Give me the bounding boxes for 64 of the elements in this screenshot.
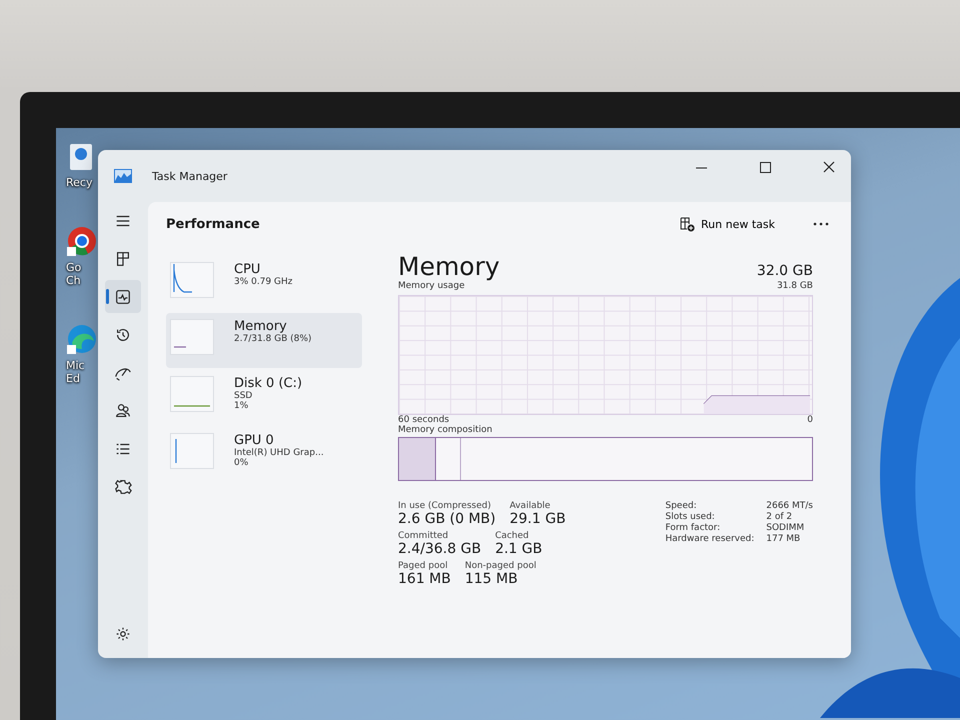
- graph-min-label: 0: [807, 415, 813, 425]
- resource-name: GPU 0: [234, 433, 275, 448]
- spec-label: Speed:: [665, 501, 698, 511]
- browser-shortcut-icon[interactable]: [66, 225, 96, 257]
- stat-label: Paged pool: [398, 561, 449, 571]
- desktop-icon-label: Mic Ed: [66, 359, 86, 385]
- stat-value: 161 MB: [398, 571, 451, 587]
- stat-value: 2.1 GB: [495, 541, 542, 557]
- resource-name: Memory: [234, 319, 288, 334]
- grid-icon: [114, 250, 132, 268]
- spec-label: Form factor:: [665, 523, 722, 533]
- resource-detail: 1%: [234, 401, 250, 411]
- resource-detail: SSD: [234, 391, 254, 401]
- sparkline-thumbnail: [170, 262, 214, 298]
- resource-name: CPU: [234, 262, 262, 277]
- close-icon: [823, 161, 835, 173]
- settings-icon: [114, 624, 132, 642]
- resource-detail: Intel(R) UHD Grap...: [234, 448, 324, 458]
- stat-label: Cached: [495, 531, 530, 541]
- spec-value: 2 of 2: [766, 512, 794, 522]
- sparkline-thumbnail: [170, 433, 214, 469]
- resource-item[interactable]: Memory 2.7/31.8 GB (8%): [166, 313, 362, 368]
- stat-label: Non-paged pool: [464, 561, 536, 571]
- composition-label: Memory composition: [398, 425, 494, 435]
- graph-max-label: 31.8 GB: [776, 281, 813, 291]
- stat-value: 2.6 GB (0 MB): [398, 511, 496, 527]
- window-plus-icon: [680, 216, 696, 232]
- window-title: Task Manager: [152, 170, 228, 182]
- stat-value: 2.4/36.8 GB: [398, 541, 482, 557]
- stat-label: In use (Compressed): [398, 501, 492, 511]
- pulse-chart-icon: [114, 288, 132, 306]
- page-title: Performance: [166, 216, 260, 232]
- nav-button[interactable]: [105, 280, 141, 313]
- app-chart-icon: [114, 169, 132, 183]
- spec-value: 177 MB: [766, 534, 802, 544]
- resource-item[interactable]: GPU 0 Intel(R) UHD Grap... 0%: [166, 427, 362, 482]
- puzzle-gear-icon: [114, 478, 132, 496]
- more-icon: [813, 222, 829, 226]
- stat-label: Committed: [398, 531, 450, 541]
- capacity-label: 32.0 GB: [756, 263, 813, 279]
- sparkline-thumbnail: [170, 319, 214, 355]
- spec-label: Slots used:: [665, 512, 716, 522]
- desktop-icon-label: Go Ch: [66, 261, 82, 287]
- resource-detail: 3% 0.79 GHz: [234, 277, 293, 287]
- maximize-icon: [760, 162, 770, 172]
- graph-label: Memory usage: [398, 281, 465, 291]
- spec-value: 2666 MT/s: [766, 501, 813, 511]
- stat-value: 115 MB: [464, 571, 519, 587]
- browser-shortcut-icon[interactable]: [66, 323, 96, 355]
- time-span-label: 60 seconds: [398, 415, 450, 425]
- resource-name: Disk 0 (C:): [234, 376, 302, 391]
- desktop-icon-label: Recy: [66, 176, 94, 189]
- users-icon: [114, 402, 132, 420]
- sparkline-thumbnail: [170, 376, 214, 412]
- run-new-task-button[interactable]: Run new task: [672, 212, 783, 236]
- resource-item[interactable]: Disk 0 (C:) SSD 1%: [166, 370, 362, 425]
- resource-detail: 2.7/31.8 GB (8%): [234, 334, 312, 344]
- resource-item[interactable]: CPU 3% 0.79 GHz: [166, 256, 362, 311]
- spec-value: SODIMM: [766, 523, 806, 533]
- stat-value: 29.1 GB: [510, 511, 566, 527]
- resource-detail: 0%: [234, 458, 250, 468]
- spec-label: Hardware reserved:: [665, 534, 754, 544]
- resource-title: Memory: [398, 252, 500, 281]
- stat-label: Available: [510, 501, 552, 511]
